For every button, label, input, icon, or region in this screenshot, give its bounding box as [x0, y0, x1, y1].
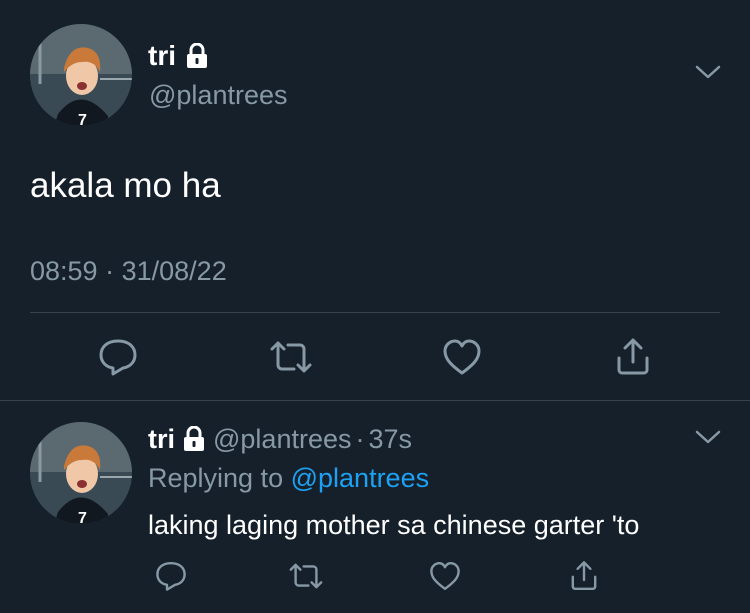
tweet-timestamp[interactable]: 08:59 · 31/08/22: [30, 253, 227, 289]
chevron-down-icon[interactable]: [694, 62, 722, 82]
reply-button[interactable]: [151, 556, 191, 596]
like-icon: [430, 562, 460, 590]
replying-to: Replying to @plantrees: [148, 458, 429, 498]
tweet-text: laking laging mother sa chinese garter '…: [148, 510, 640, 540]
share-button[interactable]: [564, 556, 604, 596]
divider: [0, 400, 750, 401]
author-handle[interactable]: @plantrees: [149, 77, 287, 113]
avatar[interactable]: 7: [30, 24, 132, 126]
tweet-date: 31/08/22: [121, 256, 227, 286]
share-icon: [571, 561, 597, 591]
divider: [30, 312, 720, 313]
reply-icon: [99, 339, 137, 376]
chevron-down-icon[interactable]: [694, 427, 722, 447]
svg-text:7: 7: [78, 510, 87, 524]
reply-button[interactable]: [93, 334, 143, 380]
retweet-button[interactable]: [266, 334, 316, 380]
author-handle[interactable]: @plantrees: [213, 420, 351, 458]
tweet-thread: 7 tri @plantrees akala mo ha 08:59 · 31/…: [0, 0, 750, 613]
tweet-time: 08:59: [30, 256, 98, 286]
like-icon: [443, 339, 481, 375]
tweet-text: akala mo ha: [30, 166, 221, 205]
tweet-time[interactable]: 37s: [368, 420, 412, 458]
reply-header: tri @plantrees · 37s: [148, 420, 412, 458]
avatar[interactable]: 7: [30, 422, 132, 524]
like-button[interactable]: [437, 334, 487, 380]
retweet-icon: [270, 341, 312, 373]
author-name[interactable]: tri: [148, 36, 176, 76]
author-name-row[interactable]: tri: [148, 36, 208, 76]
meta-separator: ·: [355, 424, 365, 454]
reply-icon: [156, 562, 186, 591]
replying-prefix: Replying to: [148, 463, 284, 493]
svg-text:7: 7: [78, 112, 87, 126]
meta-separator: ·: [105, 256, 115, 286]
share-button[interactable]: [608, 334, 658, 380]
author-name[interactable]: tri: [148, 420, 175, 458]
retweet-button[interactable]: [286, 556, 326, 596]
lock-icon: [187, 43, 207, 68]
mention-link[interactable]: @plantrees: [291, 463, 429, 493]
retweet-icon: [289, 563, 323, 589]
lock-icon: [184, 426, 204, 451]
share-icon: [617, 338, 649, 375]
like-button[interactable]: [425, 556, 465, 596]
